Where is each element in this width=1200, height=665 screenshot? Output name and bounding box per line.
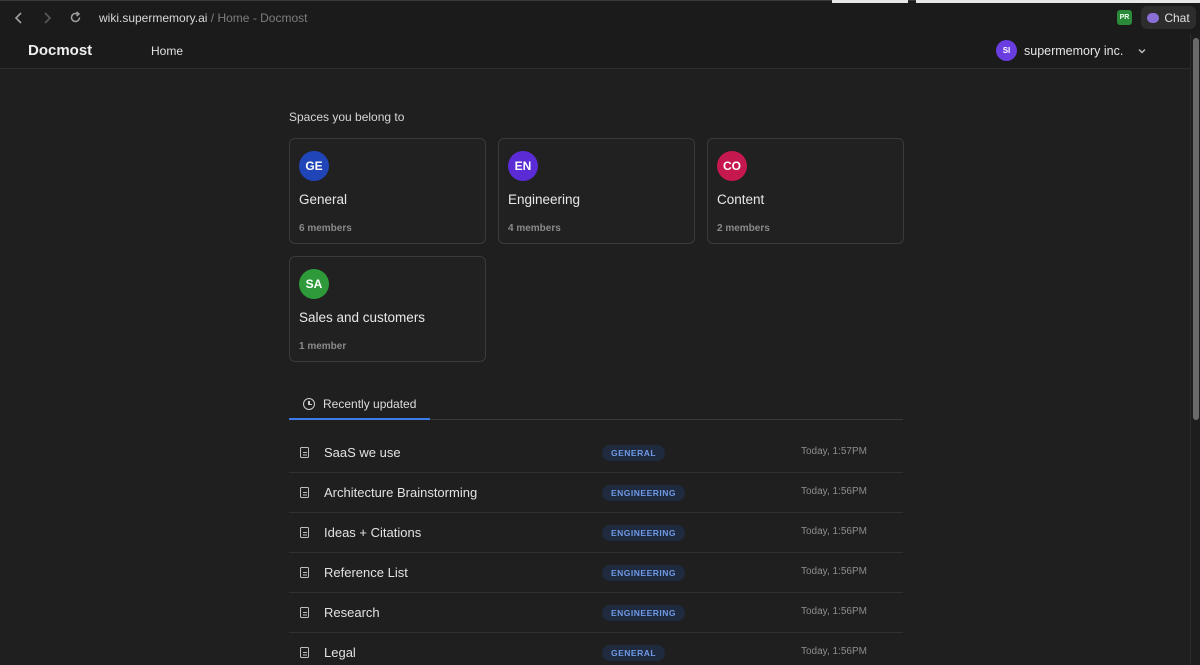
space-name: Content xyxy=(717,192,765,207)
space-avatar: CO xyxy=(717,151,747,181)
space-name: Engineering xyxy=(508,192,581,207)
document-icon xyxy=(300,487,309,498)
space-badge[interactable]: ENGINEERING xyxy=(602,525,686,541)
chat-button[interactable]: Chat xyxy=(1141,6,1196,29)
space-badge[interactable]: ENGINEERING xyxy=(602,565,686,581)
page-title: Ideas + Citations xyxy=(324,525,422,540)
space-badge[interactable]: ENGINEERING xyxy=(602,485,686,501)
chat-icon xyxy=(1147,12,1160,23)
page-title: Architecture Brainstorming xyxy=(324,485,478,500)
recent-tabs: Recently updated xyxy=(289,390,903,420)
space-member-count: 1 member xyxy=(299,341,347,352)
list-item[interactable]: Legal GENERAL Today, 1:56PM xyxy=(289,633,903,665)
space-badge[interactable]: GENERAL xyxy=(602,645,666,661)
page-title: Legal xyxy=(324,645,356,660)
url-path: / Home - Docmost xyxy=(207,10,308,25)
updated-time: Today, 1:56PM xyxy=(801,606,867,617)
space-name: Sales and customers xyxy=(299,310,426,325)
url-domain: wiki.supermemory.ai xyxy=(99,10,208,25)
updated-time: Today, 1:56PM xyxy=(801,566,867,577)
spaces-section-title: Spaces you belong to xyxy=(289,110,405,124)
space-avatar: GE xyxy=(299,151,329,181)
document-icon xyxy=(300,607,309,618)
app-header: Docmost Home SI supermemory inc. xyxy=(0,34,1190,69)
space-member-count: 6 members xyxy=(299,223,352,234)
document-icon xyxy=(300,447,309,458)
address-bar[interactable]: wiki.supermemory.ai / Home - Docmost xyxy=(99,11,308,25)
scrollbar-thumb[interactable] xyxy=(1193,38,1199,420)
list-item[interactable]: Research ENGINEERING Today, 1:56PM xyxy=(289,593,903,633)
clock-icon xyxy=(303,398,315,410)
space-card-general[interactable]: GE General 6 members xyxy=(289,138,486,244)
updated-time: Today, 1:57PM xyxy=(801,446,867,457)
updated-time: Today, 1:56PM xyxy=(801,646,867,657)
tab-recently-updated[interactable]: Recently updated xyxy=(289,390,430,420)
page-title: SaaS we use xyxy=(324,445,401,460)
space-avatar: SA xyxy=(299,269,329,299)
space-card-content[interactable]: CO Content 2 members xyxy=(707,138,904,244)
back-icon[interactable] xyxy=(5,4,33,32)
list-item[interactable]: Architecture Brainstorming ENGINEERING T… xyxy=(289,473,903,513)
workspace-switcher[interactable]: SI supermemory inc. xyxy=(996,40,1147,61)
space-badge[interactable]: GENERAL xyxy=(602,445,666,461)
list-item[interactable]: Reference List ENGINEERING Today, 1:56PM xyxy=(289,553,903,593)
tab-indicator xyxy=(832,0,908,3)
extension-badge[interactable]: PR xyxy=(1117,10,1132,25)
reload-icon[interactable] xyxy=(61,4,89,32)
recent-pages-list: SaaS we use GENERAL Today, 1:57PM Archit… xyxy=(289,433,903,665)
space-avatar: EN xyxy=(508,151,538,181)
workspace-avatar: SI xyxy=(996,40,1017,61)
app-logo[interactable]: Docmost xyxy=(28,42,92,59)
document-icon xyxy=(300,567,309,578)
space-card-engineering[interactable]: EN Engineering 4 members xyxy=(498,138,695,244)
space-member-count: 2 members xyxy=(717,223,770,234)
browser-toolbar: wiki.supermemory.ai / Home - Docmost xyxy=(0,0,1200,34)
document-icon xyxy=(300,647,309,658)
space-member-count: 4 members xyxy=(508,223,561,234)
forward-icon[interactable] xyxy=(33,4,61,32)
chat-label: Chat xyxy=(1164,10,1190,25)
workspace-name: supermemory inc. xyxy=(1024,43,1124,58)
page-title: Reference List xyxy=(324,565,408,580)
scrollbar[interactable] xyxy=(1190,34,1200,665)
page-title: Research xyxy=(324,605,380,620)
updated-time: Today, 1:56PM xyxy=(801,486,867,497)
tab-label: Recently updated xyxy=(323,397,417,411)
list-item[interactable]: Ideas + Citations ENGINEERING Today, 1:5… xyxy=(289,513,903,553)
list-item[interactable]: SaaS we use GENERAL Today, 1:57PM xyxy=(289,433,903,473)
chevron-down-icon xyxy=(1138,48,1146,53)
space-badge[interactable]: ENGINEERING xyxy=(602,605,686,621)
document-icon xyxy=(300,527,309,538)
nav-home-link[interactable]: Home xyxy=(151,44,183,58)
space-card-sales[interactable]: SA Sales and customers 1 member xyxy=(289,256,486,362)
tab-indicator xyxy=(916,0,1200,3)
space-name: General xyxy=(299,192,348,207)
updated-time: Today, 1:56PM xyxy=(801,526,867,537)
